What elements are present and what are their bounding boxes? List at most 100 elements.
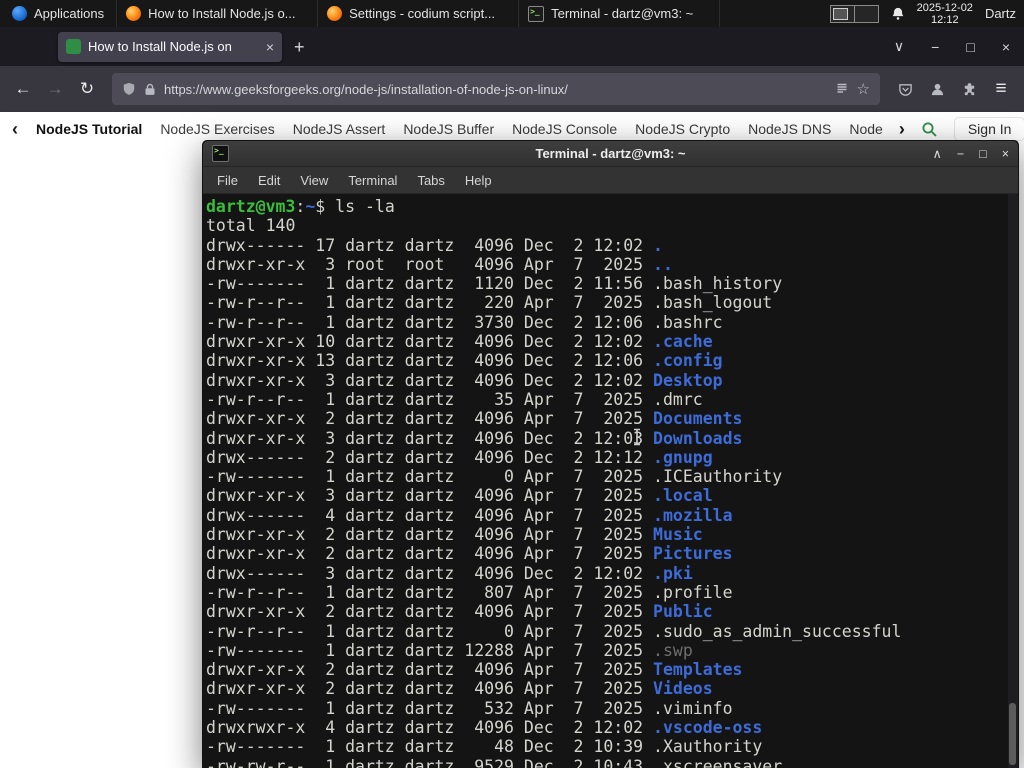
search-icon[interactable] bbox=[921, 121, 938, 138]
sitenav-item-truncated[interactable]: Node bbox=[849, 121, 882, 137]
prompt-user-host: dartz@vm3 bbox=[206, 197, 296, 216]
lock-icon[interactable] bbox=[144, 83, 156, 96]
nav-scroll-left-icon[interactable]: ‹ bbox=[12, 120, 18, 138]
terminal-listing: drwx------ 17 dartz dartz 4096 Dec 2 12:… bbox=[206, 236, 1018, 768]
sitenav-right: Node › Sign In bbox=[849, 117, 1024, 141]
terminal-line: drwxr-xr-x 3 root root 4096 Apr 7 2025 .… bbox=[206, 254, 673, 274]
back-button[interactable]: ← bbox=[8, 74, 38, 104]
notifications-bell-icon[interactable] bbox=[891, 6, 905, 21]
terminal-line: drwxrwxr-x 4 dartz dartz 4096 Dec 2 12:0… bbox=[206, 718, 763, 738]
file-name: Downloads bbox=[653, 428, 743, 448]
extensions-puzzle-icon[interactable] bbox=[954, 74, 984, 104]
file-name: .xscreensaver bbox=[653, 756, 783, 768]
file-name: .sudo_as_admin_successful bbox=[653, 621, 902, 641]
terminal-line: drwxr-xr-x 2 dartz dartz 4096 Apr 7 2025… bbox=[206, 602, 713, 622]
hamburger-menu-icon[interactable]: ≡ bbox=[986, 74, 1016, 104]
sitenav-item-crypto[interactable]: NodeJS Crypto bbox=[635, 121, 730, 137]
site-favicon bbox=[66, 39, 81, 54]
terminal-line: drwxr-xr-x 2 dartz dartz 4096 Apr 7 2025… bbox=[206, 544, 733, 564]
workspace-2[interactable] bbox=[854, 4, 879, 23]
prompt-path: ~ bbox=[305, 197, 316, 216]
scrollbar-thumb[interactable] bbox=[1009, 703, 1016, 765]
terminal-output[interactable]: dartz@vm3:~$ ls -la total 140 drwx------… bbox=[203, 194, 1018, 768]
menu-edit[interactable]: Edit bbox=[249, 170, 289, 191]
terminal-line: drwxr-xr-x 10 dartz dartz 4096 Dec 2 12:… bbox=[206, 332, 713, 352]
menu-help[interactable]: Help bbox=[456, 170, 501, 191]
file-name: .local bbox=[653, 486, 713, 506]
taskbar-item-browser-nodejs[interactable]: How to Install Node.js o... bbox=[117, 0, 319, 27]
tab-close-icon[interactable]: × bbox=[264, 39, 274, 55]
file-name: .Xauthority bbox=[653, 737, 763, 757]
file-name: Pictures bbox=[653, 544, 733, 564]
terminal-line: drwxr-xr-x 13 dartz dartz 4096 Dec 2 12:… bbox=[206, 351, 723, 371]
window-close-button[interactable]: × bbox=[1002, 39, 1010, 55]
url-bar[interactable]: https://www.geeksforgeeks.org/node-js/in… bbox=[112, 73, 880, 105]
reader-view-icon[interactable] bbox=[835, 82, 849, 96]
firefox-icon bbox=[126, 6, 142, 21]
clock-time: 12:12 bbox=[931, 13, 959, 26]
terminal-line: drwxr-xr-x 2 dartz dartz 4096 Apr 7 2025… bbox=[206, 679, 713, 699]
terminal-titlebar[interactable]: Terminal - dartz@vm3: ~ ∧ − □ × bbox=[203, 141, 1018, 167]
terminal-scrollbar[interactable] bbox=[1008, 194, 1018, 768]
reload-button[interactable]: ↻ bbox=[72, 74, 102, 104]
sitenav-item-console[interactable]: NodeJS Console bbox=[512, 121, 617, 137]
list-tabs-chevron-icon[interactable]: ∨ bbox=[894, 38, 904, 55]
taskbar-item-terminal[interactable]: Terminal - dartz@vm3: ~ bbox=[519, 0, 721, 27]
sitenav-item-dns[interactable]: NodeJS DNS bbox=[748, 121, 831, 137]
window-buttons: How to Install Node.js o... Settings - c… bbox=[117, 0, 721, 27]
window-minimize-button[interactable]: − bbox=[931, 39, 939, 55]
menu-view[interactable]: View bbox=[291, 170, 337, 191]
sitenav-item-buffer[interactable]: NodeJS Buffer bbox=[403, 121, 494, 137]
terminal-line: drwxr-xr-x 3 dartz dartz 4096 Dec 2 12:0… bbox=[206, 428, 743, 448]
forward-button[interactable]: → bbox=[40, 74, 70, 104]
file-name: Documents bbox=[653, 409, 743, 429]
clock[interactable]: 2025-12-02 12:12 bbox=[917, 2, 973, 26]
user-label: Dartz bbox=[984, 6, 1016, 21]
file-name: .dmrc bbox=[653, 389, 703, 409]
terminal-menubar: File Edit View Terminal Tabs Help bbox=[203, 167, 1018, 194]
file-name: .config bbox=[653, 351, 723, 371]
sitenav-item-exercises[interactable]: NodeJS Exercises bbox=[160, 121, 274, 137]
menu-file[interactable]: File bbox=[208, 170, 247, 191]
file-name: .profile bbox=[653, 582, 733, 602]
file-name: .cache bbox=[653, 332, 713, 352]
workspace-1[interactable] bbox=[829, 4, 855, 23]
desktop: Applications How to Install Node.js o...… bbox=[0, 0, 1024, 768]
pocket-icon[interactable] bbox=[890, 74, 920, 104]
file-name: .bash_history bbox=[653, 274, 783, 294]
tracking-shield-icon[interactable] bbox=[122, 82, 136, 96]
applications-menu[interactable]: Applications bbox=[0, 0, 118, 27]
terminal-line: -rw------- 1 dartz dartz 532 Apr 7 2025 … bbox=[206, 698, 733, 718]
terminal-line: drwx------ 4 dartz dartz 4096 Apr 7 2025… bbox=[206, 505, 733, 525]
terminal-line: -rw------- 1 dartz dartz 1120 Dec 2 11:5… bbox=[206, 274, 783, 294]
file-name: Videos bbox=[653, 679, 713, 699]
nav-scroll-right-icon[interactable]: › bbox=[899, 120, 905, 138]
sign-in-button[interactable]: Sign In bbox=[953, 117, 1024, 141]
sitenav-item-assert[interactable]: NodeJS Assert bbox=[293, 121, 386, 137]
taskbar-item-browser-settings[interactable]: Settings - codium script... bbox=[318, 0, 520, 27]
browser-tab-active[interactable]: How to Install Node.js on × bbox=[58, 31, 282, 62]
terminal-line: -rw------- 1 dartz dartz 48 Dec 2 10:39 … bbox=[206, 737, 763, 757]
menu-tabs[interactable]: Tabs bbox=[408, 170, 453, 191]
bookmark-star-icon[interactable]: ☆ bbox=[857, 80, 870, 98]
file-name: .bashrc bbox=[653, 312, 723, 332]
account-icon[interactable] bbox=[922, 74, 952, 104]
sitenav-item-tutorial[interactable]: NodeJS Tutorial bbox=[36, 121, 142, 137]
terminal-rollup-icon[interactable]: ∧ bbox=[933, 146, 942, 161]
terminal-minimize-button[interactable]: − bbox=[957, 147, 964, 161]
window-maximize-button[interactable]: □ bbox=[966, 39, 974, 55]
url-text[interactable]: https://www.geeksforgeeks.org/node-js/in… bbox=[164, 82, 827, 97]
prompt-symbol: $ bbox=[315, 197, 336, 216]
terminal-close-button[interactable]: × bbox=[1002, 147, 1009, 161]
terminal-maximize-button[interactable]: □ bbox=[979, 147, 987, 161]
taskbar-item-label: Settings - codium script... bbox=[349, 6, 496, 21]
taskbar-item-label: How to Install Node.js o... bbox=[148, 6, 296, 21]
terminal-line: drwx------ 2 dartz dartz 4096 Dec 2 12:1… bbox=[206, 447, 713, 467]
terminal-total-line: total 140 bbox=[206, 216, 296, 236]
file-name: Music bbox=[653, 525, 703, 545]
browser-toolbar: ← → ↻ https://www.geeksforgeeks.org/node… bbox=[0, 66, 1024, 113]
menu-terminal[interactable]: Terminal bbox=[339, 170, 406, 191]
new-tab-button[interactable]: + bbox=[294, 38, 305, 56]
workspace-switcher[interactable] bbox=[829, 4, 879, 23]
window-controls: ∨ − □ × bbox=[894, 38, 1024, 55]
